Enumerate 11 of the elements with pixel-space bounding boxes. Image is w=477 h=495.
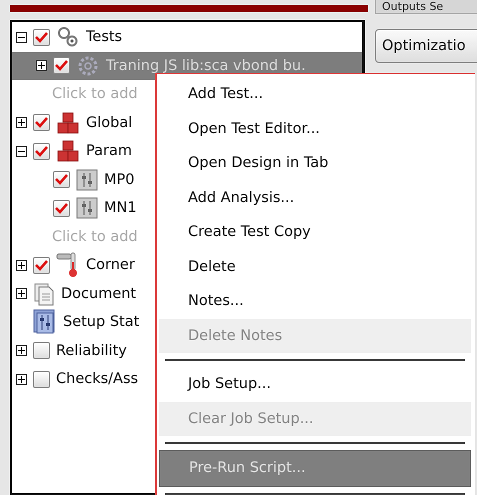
tree-label: Reliability xyxy=(56,342,127,359)
tree-label: Traning JS lib:sca vbond bu. xyxy=(106,58,306,74)
tree-label: Document xyxy=(61,286,136,302)
tree-label: Setup Stat xyxy=(63,314,140,330)
tree-label: Checks/Ass xyxy=(56,371,138,388)
tree-label: Corner xyxy=(86,257,135,274)
tree-label: Tests xyxy=(86,29,122,46)
tree-label: MP0 xyxy=(104,172,134,188)
tree-label: Param xyxy=(86,143,132,160)
tree-label: Global xyxy=(86,114,132,131)
tree-label: MN1 xyxy=(104,200,137,216)
